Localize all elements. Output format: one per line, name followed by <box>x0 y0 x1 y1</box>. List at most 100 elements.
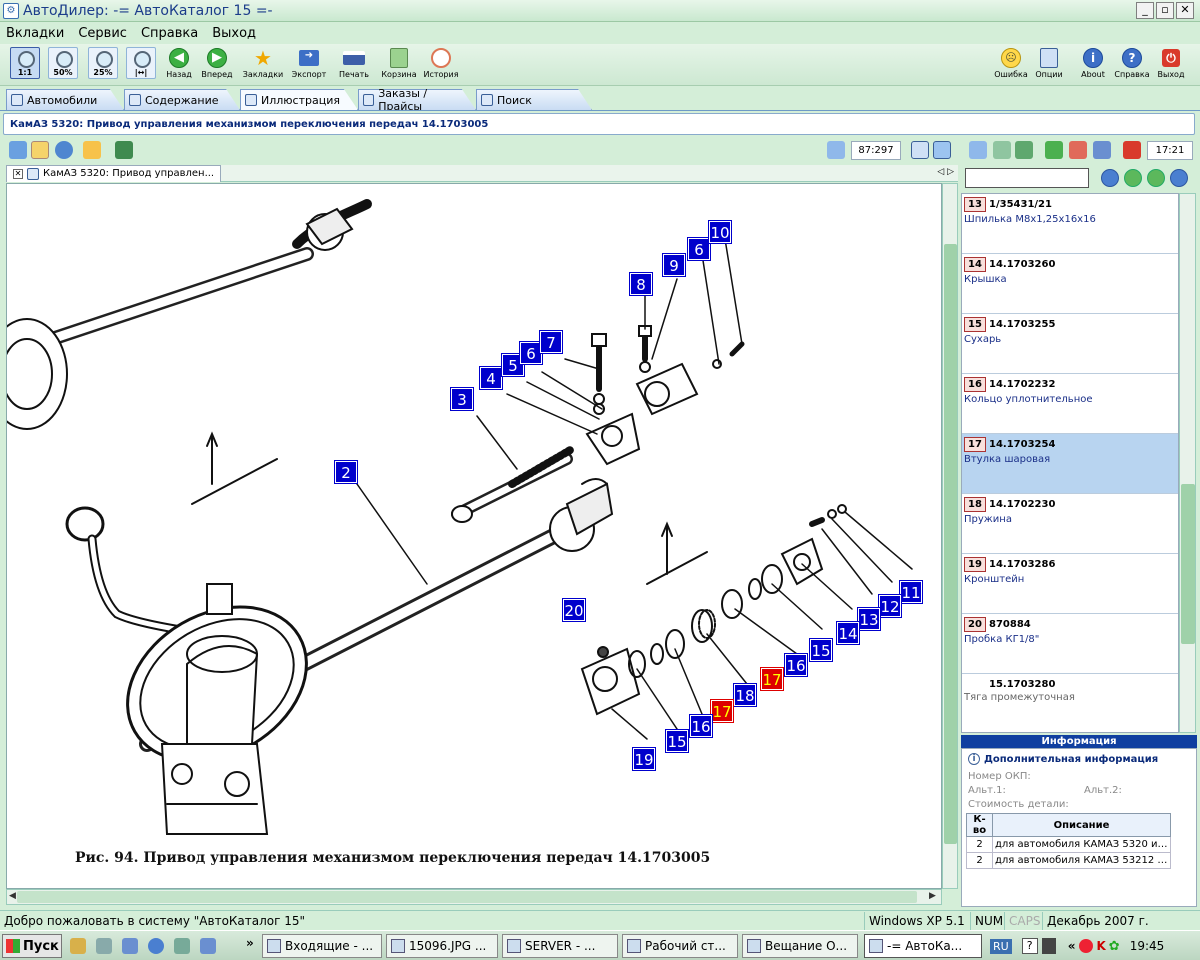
menu-help[interactable]: Справка <box>141 26 198 41</box>
callout-18[interactable]: 18 <box>734 684 756 706</box>
options-button[interactable]: Опции <box>1030 47 1068 83</box>
close-tab-icon[interactable]: ✕ <box>13 168 23 179</box>
zoom-fit-button[interactable]: |↔| <box>122 47 160 83</box>
tab-orders[interactable]: Заказы / Прайсы <box>358 89 476 110</box>
save-icon[interactable] <box>115 141 133 159</box>
previous-icon[interactable] <box>1124 169 1142 187</box>
zoom-50-button[interactable]: 50% <box>44 47 82 83</box>
next-icon[interactable] <box>1147 169 1165 187</box>
list-view-icon[interactable] <box>911 141 929 159</box>
callout-17-highlighted-lower[interactable]: 17 <box>711 700 733 722</box>
callout-13[interactable]: 13 <box>858 608 880 630</box>
scroll-thumb[interactable] <box>17 891 917 903</box>
tab-search[interactable]: Поиск <box>476 89 592 110</box>
cart-icon[interactable] <box>1123 141 1141 159</box>
table-row[interactable]: 2 для автомобиля КАМАЗ 5320 и дл... <box>966 836 1171 853</box>
font-icon[interactable] <box>1015 141 1033 159</box>
task-desktop[interactable]: Рабочий ст... <box>622 934 738 958</box>
callout-6-upper[interactable]: 6 <box>688 238 710 260</box>
callout-17-highlighted[interactable]: 17 <box>761 668 783 690</box>
quicklaunch-icon[interactable] <box>70 938 86 954</box>
close-button[interactable]: ✕ <box>1176 2 1194 19</box>
quicklaunch-icon[interactable] <box>174 938 190 954</box>
back-button[interactable]: ◀ Назад <box>160 47 198 83</box>
first-icon[interactable] <box>1101 169 1119 187</box>
callout-7[interactable]: 7 <box>540 331 562 353</box>
callout-15-lower[interactable]: 15 <box>666 730 688 752</box>
globe-icon[interactable] <box>55 141 73 159</box>
tray-icon[interactable] <box>1041 938 1056 954</box>
scroll-left-icon[interactable]: ◀ <box>9 891 16 901</box>
illustration-canvas[interactable]: 2 3 4 5 6 7 8 9 6 10 11 12 13 14 15 16 1… <box>6 183 942 889</box>
about-button[interactable]: i About <box>1074 47 1112 83</box>
callout-8[interactable]: 8 <box>630 273 652 295</box>
error-button[interactable]: ☹ Ошибка <box>992 47 1030 83</box>
quicklaunch-chevron[interactable]: » <box>246 936 254 950</box>
callout-4[interactable]: 4 <box>480 367 502 389</box>
task-server[interactable]: SERVER - ... <box>502 934 618 958</box>
callout-9[interactable]: 9 <box>663 254 685 276</box>
kaspersky-icon[interactable]: K <box>1096 939 1105 953</box>
tab-scroll-arrows[interactable]: ◁ ▷ <box>937 167 954 177</box>
callout-12[interactable]: 12 <box>879 595 901 617</box>
parts-list-item[interactable]: 18 14.1702230 Пружина <box>962 494 1178 554</box>
parts-list-item[interactable]: 17 14.1703254 Втулка шаровая <box>962 434 1178 494</box>
quicklaunch-icon[interactable] <box>200 938 216 954</box>
history-button[interactable]: История <box>422 47 460 83</box>
task-broadcast[interactable]: Вещание О... <box>742 934 858 958</box>
delete-icon[interactable] <box>1069 141 1087 159</box>
refresh-icon[interactable] <box>9 141 27 159</box>
callout-2[interactable]: 2 <box>335 461 357 483</box>
tab-illustration[interactable]: Иллюстрация <box>240 89 358 110</box>
bookmarks-button[interactable]: ★ Закладки <box>243 46 283 83</box>
callout-11[interactable]: 11 <box>900 581 922 603</box>
start-button[interactable]: Пуск <box>2 934 62 958</box>
help-button[interactable]: ? Справка <box>1113 47 1151 83</box>
parts-list-item[interactable]: 15 14.1703255 Сухарь <box>962 314 1178 374</box>
parts-vertical-scrollbar[interactable] <box>1179 193 1196 733</box>
callout-16-lower[interactable]: 16 <box>690 715 712 737</box>
language-indicator[interactable]: RU <box>990 938 1012 954</box>
parts-list-item[interactable]: 14 14.1703260 Крышка <box>962 254 1178 314</box>
zoom-25-button[interactable]: 25% <box>84 47 122 83</box>
copy-icon[interactable] <box>969 141 987 159</box>
refresh-icon[interactable] <box>993 141 1011 159</box>
minimize-button[interactable]: _ <box>1136 2 1154 19</box>
parts-list-item[interactable]: 20 870884 Пробка КГ1/8" <box>962 614 1178 674</box>
document-tab[interactable]: ✕ КамАЗ 5320: Привод управлен... <box>6 164 222 182</box>
exit-button[interactable]: ⏻ Выход <box>1152 47 1190 83</box>
app-icon[interactable]: ⚙ <box>3 2 19 19</box>
task-inbox[interactable]: Входящие - ... <box>262 934 382 958</box>
table-row[interactable]: 2 для автомобиля КАМАЗ 53212 и д... <box>966 852 1171 869</box>
menu-service[interactable]: Сервис <box>78 26 127 41</box>
zoom-1-1-button[interactable]: 1:1 <box>6 47 44 83</box>
parts-search-input[interactable] <box>965 168 1089 188</box>
cart-button[interactable]: Корзина <box>380 47 418 83</box>
menu-exit[interactable]: Выход <box>212 26 256 41</box>
export-button[interactable]: ➜ Экспорт <box>290 47 328 83</box>
quicklaunch-icon[interactable] <box>96 938 112 954</box>
tab-cars[interactable]: Автомобили <box>6 89 124 110</box>
callout-10[interactable]: 10 <box>709 221 731 243</box>
up-arrow-icon[interactable] <box>1045 141 1063 159</box>
tab-contents[interactable]: Содержание <box>124 89 240 110</box>
parts-list-item[interactable]: 16 14.1702232 Кольцо уплотнительное <box>962 374 1178 434</box>
scroll-thumb[interactable] <box>944 244 957 844</box>
help-icon[interactable]: ? <box>1021 938 1038 954</box>
illustration-vertical-scrollbar[interactable] <box>942 183 958 889</box>
copy-icon[interactable] <box>827 141 845 159</box>
grid-icon[interactable] <box>31 141 49 159</box>
task-image[interactable]: 15096.JPG ... <box>386 934 498 958</box>
scroll-right-icon[interactable]: ▶ <box>929 891 936 901</box>
callout-14[interactable]: 14 <box>837 622 859 644</box>
illustration-horizontal-scrollbar[interactable]: ◀ ▶ <box>6 889 942 905</box>
scroll-thumb[interactable] <box>1181 484 1195 644</box>
menu-tabs[interactable]: Вкладки <box>6 26 64 41</box>
callout-3[interactable]: 3 <box>451 388 473 410</box>
callout-15[interactable]: 15 <box>810 639 832 661</box>
parts-list-item[interactable]: 19 14.1703286 Кронштейн <box>962 554 1178 614</box>
forward-button[interactable]: ▶ Вперед <box>198 47 236 83</box>
parts-list-item[interactable]: 15.1703280 Тяга промежуточная <box>962 674 1178 732</box>
last-icon[interactable] <box>1170 169 1188 187</box>
browser-icon[interactable] <box>148 938 164 954</box>
